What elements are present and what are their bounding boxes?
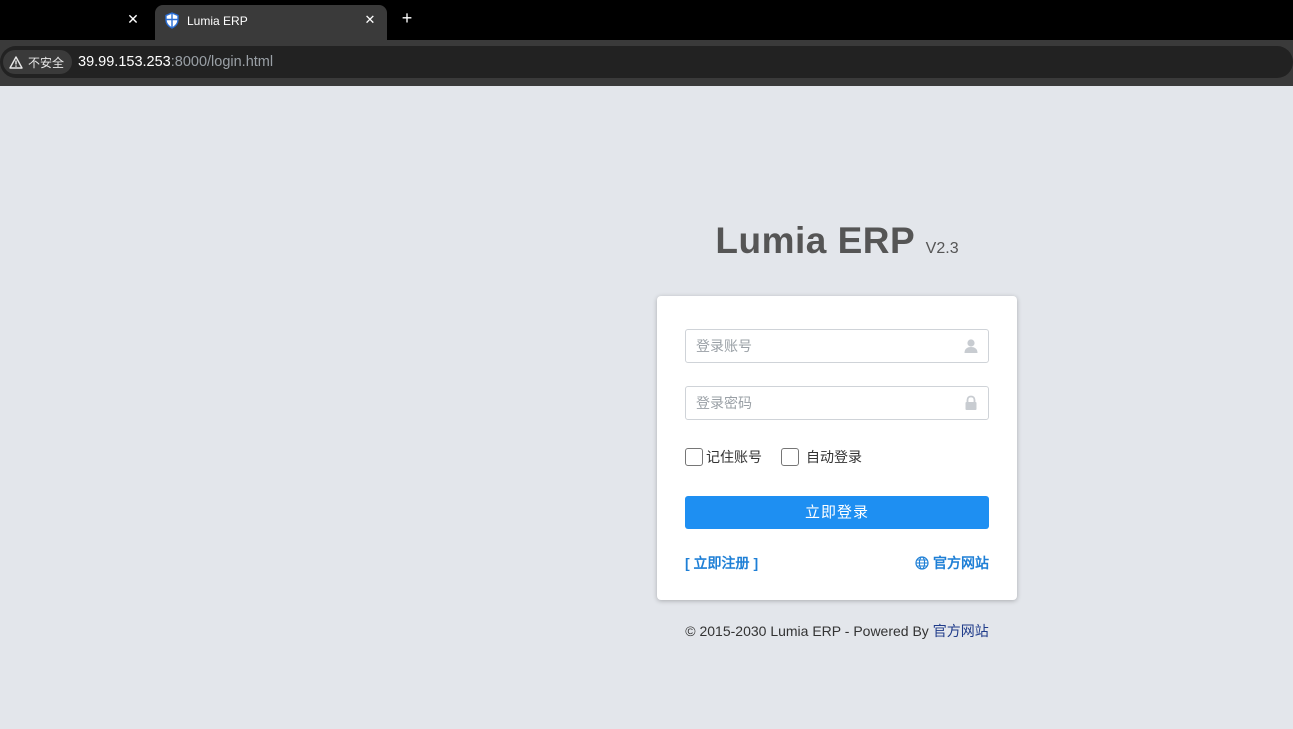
shield-favicon-icon [165,12,179,29]
footer-copyright: © 2015-2030 Lumia ERP - Powered By [685,623,933,639]
page-footer: © 2015-2030 Lumia ERP - Powered By 官方网站 [657,621,1017,641]
url-text[interactable]: 39.99.153.253:8000/login.html [78,53,273,71]
login-card: 记住账号 自动登录 立即登录 [ 立即注册 ] 官方网站 [657,296,1017,600]
username-field [685,329,989,363]
user-icon [964,339,978,353]
login-button[interactable]: 立即登录 [685,496,989,529]
tab-close-icon[interactable]: ✕ [361,11,379,29]
auto-login-checkbox[interactable] [781,448,799,466]
tab-lumia-erp[interactable]: Lumia ERP ✕ [155,5,387,40]
remember-account-checkbox[interactable] [685,448,703,466]
lock-icon [965,395,977,410]
omnibox[interactable]: 不安全 39.99.153.253:8000/login.html [0,46,1293,78]
official-site-link[interactable]: 官方网站 [915,553,989,573]
new-tab-button[interactable]: + [397,8,417,28]
remember-account-label[interactable]: 记住账号 [706,447,762,467]
security-chip[interactable]: 不安全 [3,50,73,74]
brand-name: Lumia ERP [715,220,916,261]
official-site-label: 官方网站 [933,555,989,571]
previous-tab-close-icon[interactable]: ✕ [124,10,142,28]
tab-title: Lumia ERP [187,14,248,28]
password-field [685,386,989,420]
username-input[interactable] [686,330,988,362]
login-options: 记住账号 自动登录 [685,447,881,467]
auto-login-label[interactable]: 自动登录 [806,447,862,467]
brand-heading: Lumia ERP V2.3 [657,220,1017,262]
url-host: 39.99.153.253 [78,54,171,70]
footer-official-link[interactable]: 官方网站 [933,623,989,639]
browser-tab-bar: ✕ Lumia ERP ✕ + [0,0,1293,40]
warning-triangle-icon [9,55,23,69]
url-path: :8000/login.html [170,54,274,70]
security-label: 不安全 [28,55,65,70]
brand-version: V2.3 [925,240,959,257]
browser-address-bar: 不安全 39.99.153.253:8000/login.html [0,40,1293,86]
password-input[interactable] [686,387,988,419]
globe-icon [915,556,929,570]
register-link[interactable]: [ 立即注册 ] [685,553,758,573]
